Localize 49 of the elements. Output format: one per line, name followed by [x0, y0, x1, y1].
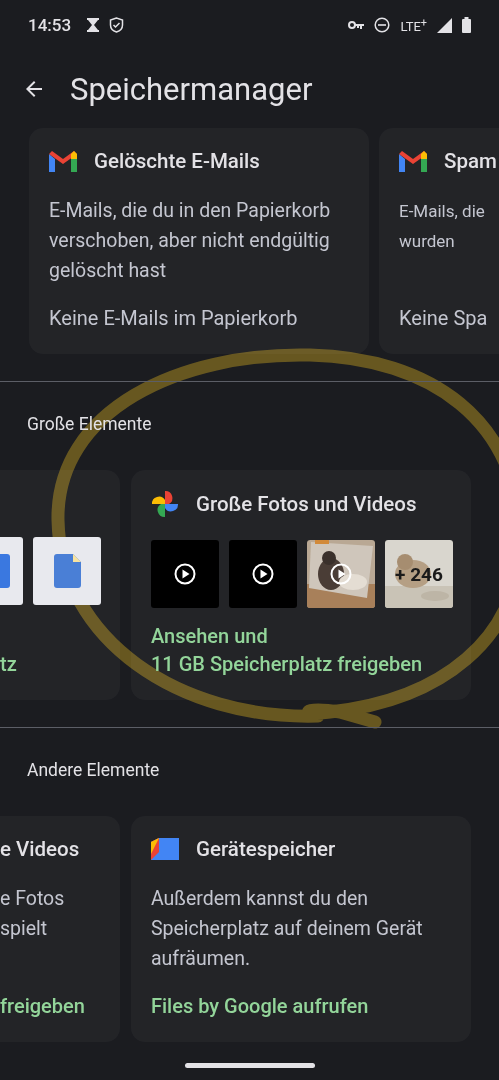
card-status: Keine E-Mails im Papierkorb [49, 305, 299, 332]
document-thumbnail[interactable] [33, 537, 101, 605]
storage-card[interactable]: e Videos e Fotos spielt freigeben [0, 816, 120, 1042]
action-link[interactable]: tz [0, 650, 100, 678]
card-title: Große Fotos und Videos [196, 492, 417, 516]
action-link[interactable]: freigeben [0, 992, 100, 1020]
video-thumbnail[interactable] [307, 540, 375, 608]
document-thumbnail[interactable] [0, 537, 23, 605]
card-title: Spam [444, 149, 497, 173]
section-heading: Andere Elemente [27, 760, 160, 780]
folder-icon [151, 838, 179, 860]
play-icon [174, 563, 196, 585]
more-count: + 246 [395, 562, 443, 586]
storage-card[interactable]: tz [0, 470, 120, 700]
storage-card[interactable]: Gelöschte E-Mails E-Mails, die du in den Papierkorb verschoben, aber nicht endgültig gelöscht hast Keine E-Mails im Papierkorb [29, 128, 369, 354]
page-title: Speichermanager [70, 70, 313, 108]
photo-thumbnail[interactable]: + 246 [385, 540, 453, 608]
pinwheel-icon [151, 490, 179, 518]
action-link[interactable]: Ansehen und 11 GB Speicherplatz freigeben [151, 622, 451, 678]
card-title: e Videos [0, 837, 80, 861]
play-icon [252, 563, 274, 585]
key-icon [348, 20, 365, 30]
storage-card[interactable]: Spam E-Mails, die wurden Keine Spa [379, 128, 499, 354]
card-description: e Fotos spielt [0, 886, 66, 942]
storage-card[interactable]: Gerätespeicher Außerdem kannst du den Speicherplatz auf deinem Gerät aufräumen. Files by Google aufrufen [131, 816, 471, 1042]
video-thumbnail[interactable] [151, 540, 219, 608]
hourglass-icon [87, 18, 100, 32]
card-description: E-Mails, die du in den Papierkorb verschoben, aber nicht endgültig gelöscht hast [49, 198, 332, 284]
card-description: Außerdem kannst du den Speicherplatz auf deinem Gerät aufräumen. [151, 886, 424, 972]
card-description: E-Mails, die wurden [399, 200, 486, 253]
shield-icon [109, 17, 125, 33]
clock: 14:53 [28, 15, 72, 35]
signal-icon [437, 17, 452, 33]
section-heading: Große Elemente [27, 414, 152, 434]
mail-icon [49, 150, 77, 172]
battery-icon [462, 17, 471, 33]
action-link[interactable]: Files by Google aufrufen [151, 992, 451, 1020]
video-thumbnail[interactable] [229, 540, 297, 608]
card-status: Keine Spa [399, 305, 489, 332]
network-type: LTE$^{+}$ [400, 15, 427, 35]
document-icon [53, 554, 81, 588]
mail-icon [399, 150, 427, 172]
card-title: Gerätespeicher [196, 837, 336, 861]
card-title: Gelöschte E-Mails [94, 149, 260, 173]
storage-card[interactable]: Große Fotos und Videos + 246 Ansehen und 11 GB Speicherplatz freigeben [131, 470, 471, 700]
gesture-handle[interactable] [185, 1063, 315, 1068]
do-not-disturb-icon [374, 17, 391, 33]
play-icon [330, 563, 352, 585]
document-icon [0, 554, 10, 588]
